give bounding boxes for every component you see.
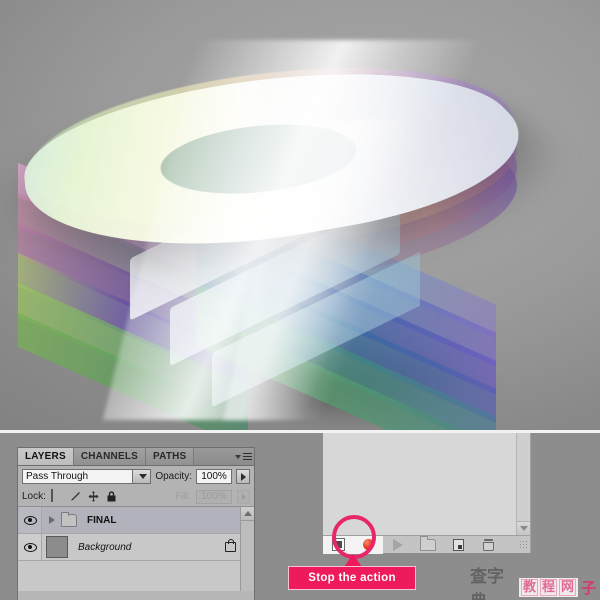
layers-panel: LAYERS CHANNELS PATHS Pass Through Opaci… [17,447,255,600]
play-icon [393,538,403,551]
tab-channels-label: CHANNELS [80,451,139,462]
fill-label: Fill: [175,491,191,502]
lock-image-icon[interactable] [69,490,82,503]
layer-visibility-toggle[interactable] [19,534,42,560]
record-icon [362,539,374,550]
table-row[interactable]: FINAL [18,507,254,534]
lock-all-icon[interactable] [105,490,118,503]
tab-layers[interactable]: LAYERS [18,448,74,465]
opacity-slider-button[interactable] [236,469,250,484]
layer-thumbnail [46,536,68,558]
layer-list: FINAL Background [18,507,254,591]
eye-icon [23,542,37,552]
stop-icon [332,539,344,550]
tab-paths[interactable]: PATHS [146,448,195,465]
trash-icon [482,538,494,551]
blend-mode-dropdown-arrow[interactable] [132,470,151,483]
lock-label: Lock: [22,491,46,502]
screenshot-root: LAYERS CHANNELS PATHS Pass Through Opaci… [0,0,600,600]
layer-visibility-toggle[interactable] [19,507,42,533]
resize-grip-icon[interactable] [519,540,528,549]
chevron-right-icon [241,493,246,500]
layers-scrollbar[interactable] [240,507,254,591]
play-selection-button[interactable] [383,536,413,554]
layer-name-final: FINAL [87,514,117,526]
chevron-down-icon [139,474,148,479]
fill-input: 100% [196,489,232,504]
new-action-page-icon [452,538,464,551]
callout-stop-the-action: Stop the action [288,566,416,590]
tab-layers-label: LAYERS [25,451,66,462]
chevron-right-icon[interactable] [49,516,55,524]
callout-label: Stop the action [308,572,396,584]
layers-panel-tabbar: LAYERS CHANNELS PATHS [18,448,254,466]
table-row[interactable]: Background [18,534,254,561]
stop-playing-recording-button[interactable] [323,535,353,554]
actions-scrollbar[interactable] [516,433,530,535]
actions-panel [323,433,531,554]
chevron-down-icon [234,454,241,459]
layer-name-background: Background [78,541,132,553]
delete-button[interactable] [473,536,503,554]
tab-paths-label: PATHS [153,451,187,462]
blend-mode-value: Pass Through [26,471,89,482]
tabbar-filler [194,448,232,465]
scroll-up-icon[interactable] [241,507,254,521]
chevron-right-icon [240,472,246,481]
lock-transparency-icon[interactable] [50,489,64,503]
fill-slider-button [237,489,250,504]
eye-icon [23,515,37,525]
lock-icon [225,539,236,552]
scroll-down-icon[interactable] [517,521,530,535]
lock-row: Lock: Fill: 100% [18,487,254,507]
lock-position-icon[interactable] [87,490,100,503]
actions-toolbar [323,535,530,554]
opacity-label: Opacity: [155,471,192,482]
hamburger-icon [242,452,252,461]
actions-list[interactable] [323,433,517,535]
create-new-set-button[interactable] [413,536,443,554]
begin-recording-button[interactable] [353,535,383,554]
folder-icon [61,511,77,527]
tab-channels[interactable]: CHANNELS [73,448,147,465]
artwork-canvas [0,0,600,430]
blend-mode-row: Pass Through Opacity: 100% [18,466,254,487]
blend-mode-select[interactable]: Pass Through [22,469,152,484]
create-new-action-button[interactable] [443,536,473,554]
opacity-input[interactable]: 100% [196,469,232,484]
new-set-folder-icon [419,536,436,551]
panel-menu-icon[interactable] [232,448,254,465]
